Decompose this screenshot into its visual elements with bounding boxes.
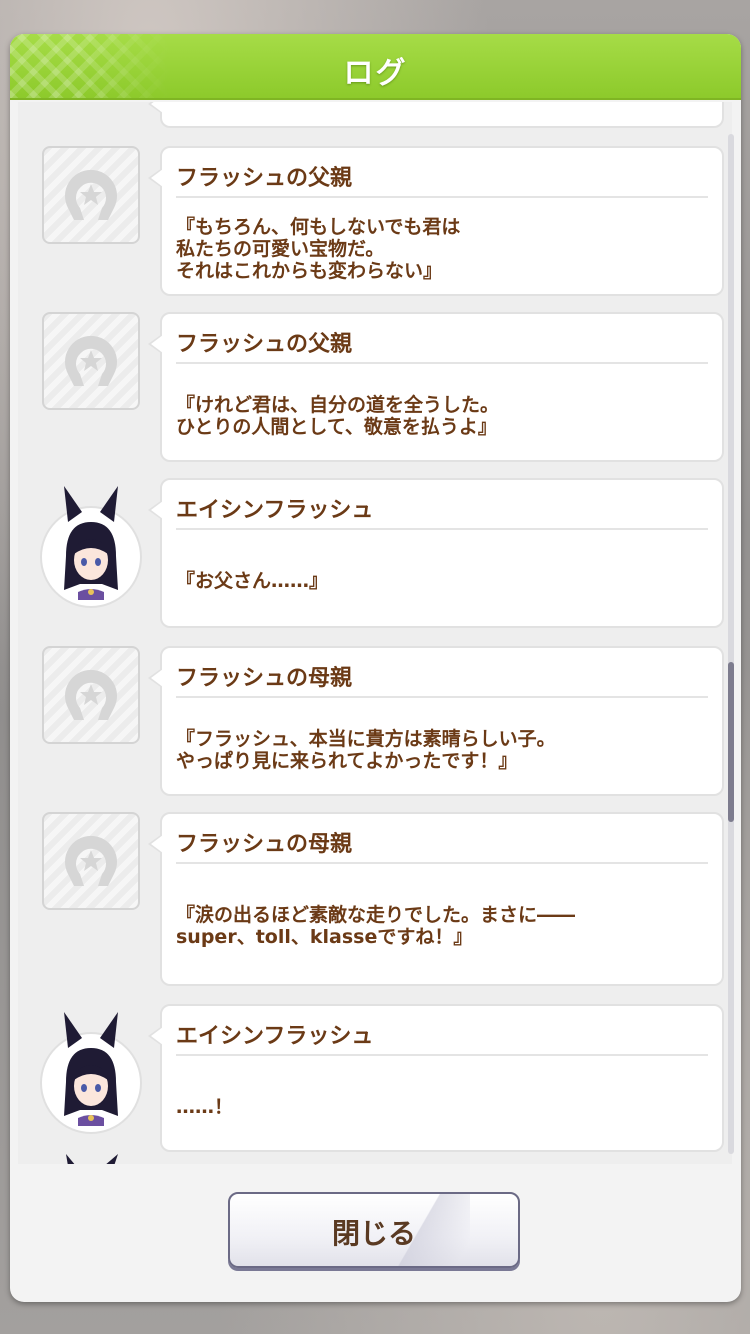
speaker-name: フラッシュの母親 <box>176 666 353 691</box>
divider <box>176 528 708 530</box>
divider <box>176 196 708 198</box>
log-scrollbar[interactable] <box>728 134 734 1154</box>
log-list[interactable]: フラッシュの父親 『もちろん、何もしないでも君は 私たちの可愛い宝物だ。 それは… <box>18 102 732 1164</box>
close-button[interactable]: 閉じる <box>228 1192 520 1268</box>
divider <box>176 696 708 698</box>
log-entry: フラッシュの父親 『もちろん、何もしないでも君は 私たちの可愛い宝物だ。 それは… <box>148 146 724 296</box>
dialogue-text: 『涙の出るほど素敵な走りでした。まさに―― super、toll、klasseで… <box>176 904 576 948</box>
speaker-name: フラッシュの母親 <box>176 832 353 857</box>
dialogue-text: 『けれど君は、自分の道を全うした。 ひとりの人間として、敬意を払うよ』 <box>176 394 500 438</box>
character-ears-partial <box>66 1154 118 1164</box>
close-button-label: 閉じる <box>331 1217 416 1250</box>
horseshoe-placeholder-icon <box>42 312 140 410</box>
log-entry: エイシンフラッシュ ……！ <box>148 1004 724 1152</box>
log-entry: エイシンフラッシュ 『お父さん……』 <box>148 478 724 628</box>
speaker-name: フラッシュの父親 <box>176 166 353 191</box>
speaker-name: エイシンフラッシュ <box>176 1024 374 1049</box>
log-entry-partial <box>148 102 724 128</box>
log-entry: フラッシュの母親 『フラッシュ、本当に貴方は素晴らしい子。 やっぱり見に来られて… <box>148 646 724 796</box>
dialog-title: ログ <box>343 56 408 91</box>
horseshoe-placeholder-icon <box>42 146 140 244</box>
character-portrait <box>42 1012 140 1132</box>
log-entry: フラッシュの父親 『けれど君は、自分の道を全うした。 ひとりの人間として、敬意を… <box>148 312 724 462</box>
divider <box>176 1054 708 1056</box>
divider <box>176 862 708 864</box>
horseshoe-placeholder-icon <box>42 646 140 744</box>
divider <box>176 362 708 364</box>
horseshoe-placeholder-icon <box>42 812 140 910</box>
speaker-name: エイシンフラッシュ <box>176 498 374 523</box>
scrollbar-thumb[interactable] <box>728 662 734 822</box>
speaker-name: フラッシュの父親 <box>176 332 353 357</box>
dialogue-text: 『フラッシュ、本当に貴方は素晴らしい子。 やっぱり見に来られてよかったです！』 <box>176 728 556 772</box>
dialogue-text: 『お父さん……』 <box>176 570 329 592</box>
log-dialog: ログ フラッシュの父親 『もちろん、何もしないでも君は 私たちの可愛い宝物だ。 … <box>10 34 741 1302</box>
dialog-header: ログ <box>10 34 741 100</box>
dialogue-text: ……！ <box>176 1096 234 1118</box>
character-portrait <box>42 486 140 606</box>
dialogue-text: 『もちろん、何もしないでも君は 私たちの可愛い宝物だ。 それはこれからも変わらな… <box>176 216 461 282</box>
log-entry: フラッシュの母親 『涙の出るほど素敵な走りでした。まさに―― super、tol… <box>148 812 724 986</box>
